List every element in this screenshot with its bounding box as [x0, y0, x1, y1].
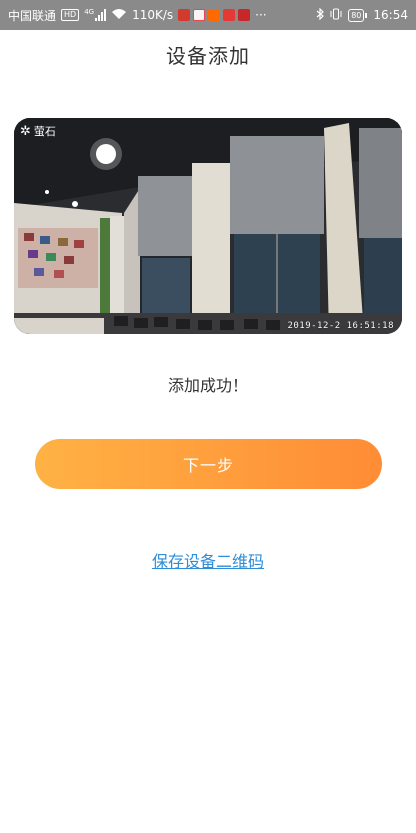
- signal-icon: 4G: [84, 8, 107, 21]
- carrier-label: 中国联通: [8, 8, 57, 23]
- camera-timestamp: 2019-12-2 16:51:18: [287, 321, 394, 331]
- network-type-label: 4G: [84, 8, 95, 16]
- save-qr-code-link[interactable]: 保存设备二维码: [0, 548, 416, 572]
- wifi-icon: [111, 8, 127, 23]
- battery-icon: 80: [348, 8, 368, 22]
- camera-preview: ✲ 萤石 2019-12-2 16:51:18: [14, 118, 402, 334]
- page-title: 设备添加: [166, 44, 250, 68]
- success-message: 添加成功！: [167, 376, 248, 395]
- ezviz-logo-icon: ✲: [20, 123, 31, 139]
- next-button[interactable]: 下一步: [35, 439, 382, 489]
- hd-icon: HD: [61, 9, 80, 21]
- camera-scene-image: [14, 118, 402, 334]
- status-bar: 中国联通 HD 4G 110K/s ··· 80 16:54: [0, 0, 416, 30]
- more-notifications-icon: ···: [255, 8, 267, 22]
- battery-level: 80: [348, 8, 365, 22]
- vibrate-icon: [330, 8, 342, 23]
- bluetooth-icon: [316, 7, 325, 23]
- app-notification-icons: [178, 9, 251, 21]
- clock: 16:54: [373, 8, 408, 22]
- brand-name: 萤石: [33, 125, 56, 138]
- ezviz-logo: ✲ 萤石: [20, 123, 56, 139]
- network-speed: 110K/s: [132, 8, 174, 22]
